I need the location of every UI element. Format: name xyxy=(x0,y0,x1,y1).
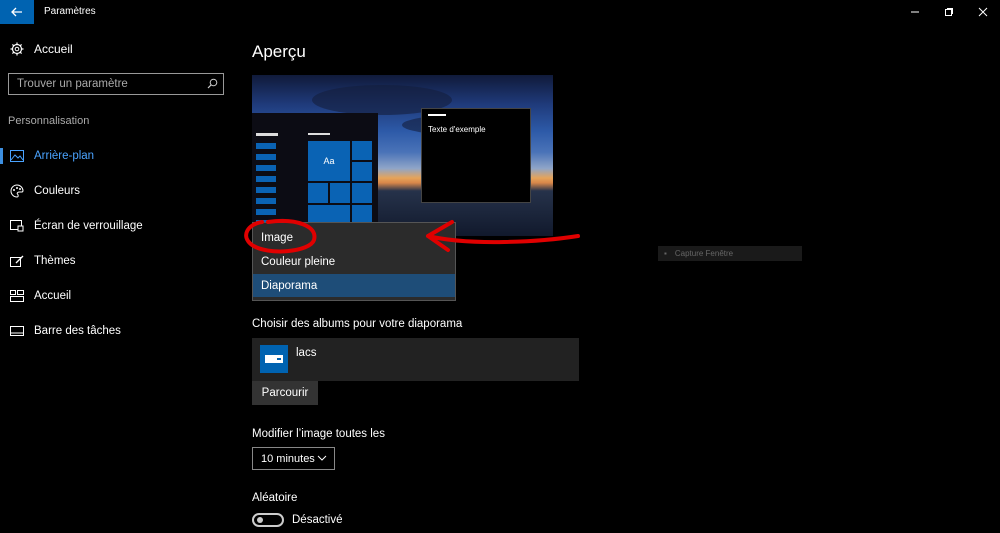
image-icon xyxy=(10,149,24,163)
sidebar-item-label: Accueil xyxy=(34,290,72,302)
start-icon xyxy=(10,289,24,303)
preview-tile xyxy=(330,183,350,203)
toggle-knob xyxy=(257,517,263,523)
preview-tile xyxy=(352,162,372,181)
search-input[interactable]: Trouver un paramètre xyxy=(8,73,224,95)
shuffle-label: Aléatoire xyxy=(252,492,298,504)
palette-icon xyxy=(10,184,24,198)
gear-icon xyxy=(10,42,24,56)
start-menu-line xyxy=(256,133,278,136)
dropdown-option-image[interactable]: Image xyxy=(253,226,455,249)
preview-tile xyxy=(308,183,328,203)
preview-sample-window: Texte d'exemple xyxy=(421,108,531,203)
sidebar-item-themes[interactable]: Thèmes xyxy=(0,249,240,273)
sidebar-item-lock-screen[interactable]: Écran de verrouillage xyxy=(0,214,240,238)
sidebar-item-label: Arrière-plan xyxy=(34,150,95,162)
maximize-button[interactable] xyxy=(932,0,966,24)
section-heading: Personnalisation xyxy=(8,115,90,127)
page-title: Aperçu xyxy=(252,42,306,61)
close-button[interactable] xyxy=(966,0,1000,24)
start-menu-list xyxy=(256,143,276,231)
sidebar: Accueil Trouver un paramètre Personnalis… xyxy=(0,24,240,533)
background-type-dropdown[interactable]: Image Couleur pleine Diaporama xyxy=(252,222,456,301)
sidebar-item-taskbar[interactable]: Barre des tâches xyxy=(0,319,240,343)
nav-home[interactable]: Accueil xyxy=(10,42,73,56)
minimize-icon xyxy=(911,11,919,13)
sample-window-titlebar xyxy=(428,114,446,116)
nav-home-label: Accueil xyxy=(34,42,73,56)
sidebar-item-background[interactable]: Arrière-plan xyxy=(0,144,240,168)
search-icon[interactable] xyxy=(207,78,218,89)
sidebar-item-label: Couleurs xyxy=(34,185,81,197)
interval-value: 10 minutes xyxy=(261,452,315,465)
preview-tile xyxy=(352,141,372,160)
sidebar-item-label: Thèmes xyxy=(34,255,76,267)
window-title: Paramètres xyxy=(44,6,96,17)
minimize-button[interactable] xyxy=(898,0,932,24)
lock-screen-icon xyxy=(10,219,24,233)
back-button[interactable] xyxy=(0,0,34,24)
ghost-tooltip: ▪ Capture Fenêtre xyxy=(658,246,802,261)
themes-icon xyxy=(10,254,24,268)
active-indicator xyxy=(0,148,3,164)
back-arrow-icon xyxy=(11,7,22,17)
close-icon xyxy=(978,7,988,17)
chevron-down-icon xyxy=(317,455,327,461)
tile-text: Aa xyxy=(323,156,335,166)
folder-icon xyxy=(265,355,283,363)
sidebar-item-colors[interactable]: Couleurs xyxy=(0,179,240,203)
interval-select[interactable]: 10 minutes xyxy=(252,447,335,470)
shuffle-state: Désactivé xyxy=(292,514,343,526)
albums-label: Choisir des albums pour votre diaporama xyxy=(252,318,463,330)
ghost-tooltip-text: Capture Fenêtre xyxy=(674,249,734,258)
sidebar-item-label: Écran de verrouillage xyxy=(34,220,143,232)
sidebar-item-label: Barre des tâches xyxy=(34,325,121,337)
interval-label: Modifier l’image toutes les xyxy=(252,428,385,440)
preview-start-menu: Aa xyxy=(252,113,378,236)
dropdown-option-solid-color[interactable]: Couleur pleine xyxy=(253,250,455,273)
shuffle-toggle[interactable] xyxy=(252,513,284,527)
taskbar-icon xyxy=(10,324,24,338)
tooltip-bullet-icon: ▪ xyxy=(664,249,667,258)
dropdown-option-slideshow[interactable]: Diaporama xyxy=(253,274,455,297)
sidebar-item-start[interactable]: Accueil xyxy=(0,284,240,308)
search-placeholder: Trouver un paramètre xyxy=(17,78,128,90)
album-name: lacs xyxy=(296,347,317,359)
restore-icon xyxy=(945,8,953,16)
background-preview: Aa Texte d'exemple xyxy=(252,75,553,236)
title-bar: Paramètres xyxy=(0,0,1000,24)
album-thumbnail xyxy=(260,345,288,373)
start-menu-line xyxy=(308,133,330,135)
sample-text: Texte d'exemple xyxy=(428,125,486,134)
preview-tile-large: Aa xyxy=(308,141,350,181)
preview-tile xyxy=(352,183,372,203)
browse-button[interactable]: Parcourir xyxy=(252,381,318,405)
album-item[interactable]: lacs xyxy=(252,338,579,381)
